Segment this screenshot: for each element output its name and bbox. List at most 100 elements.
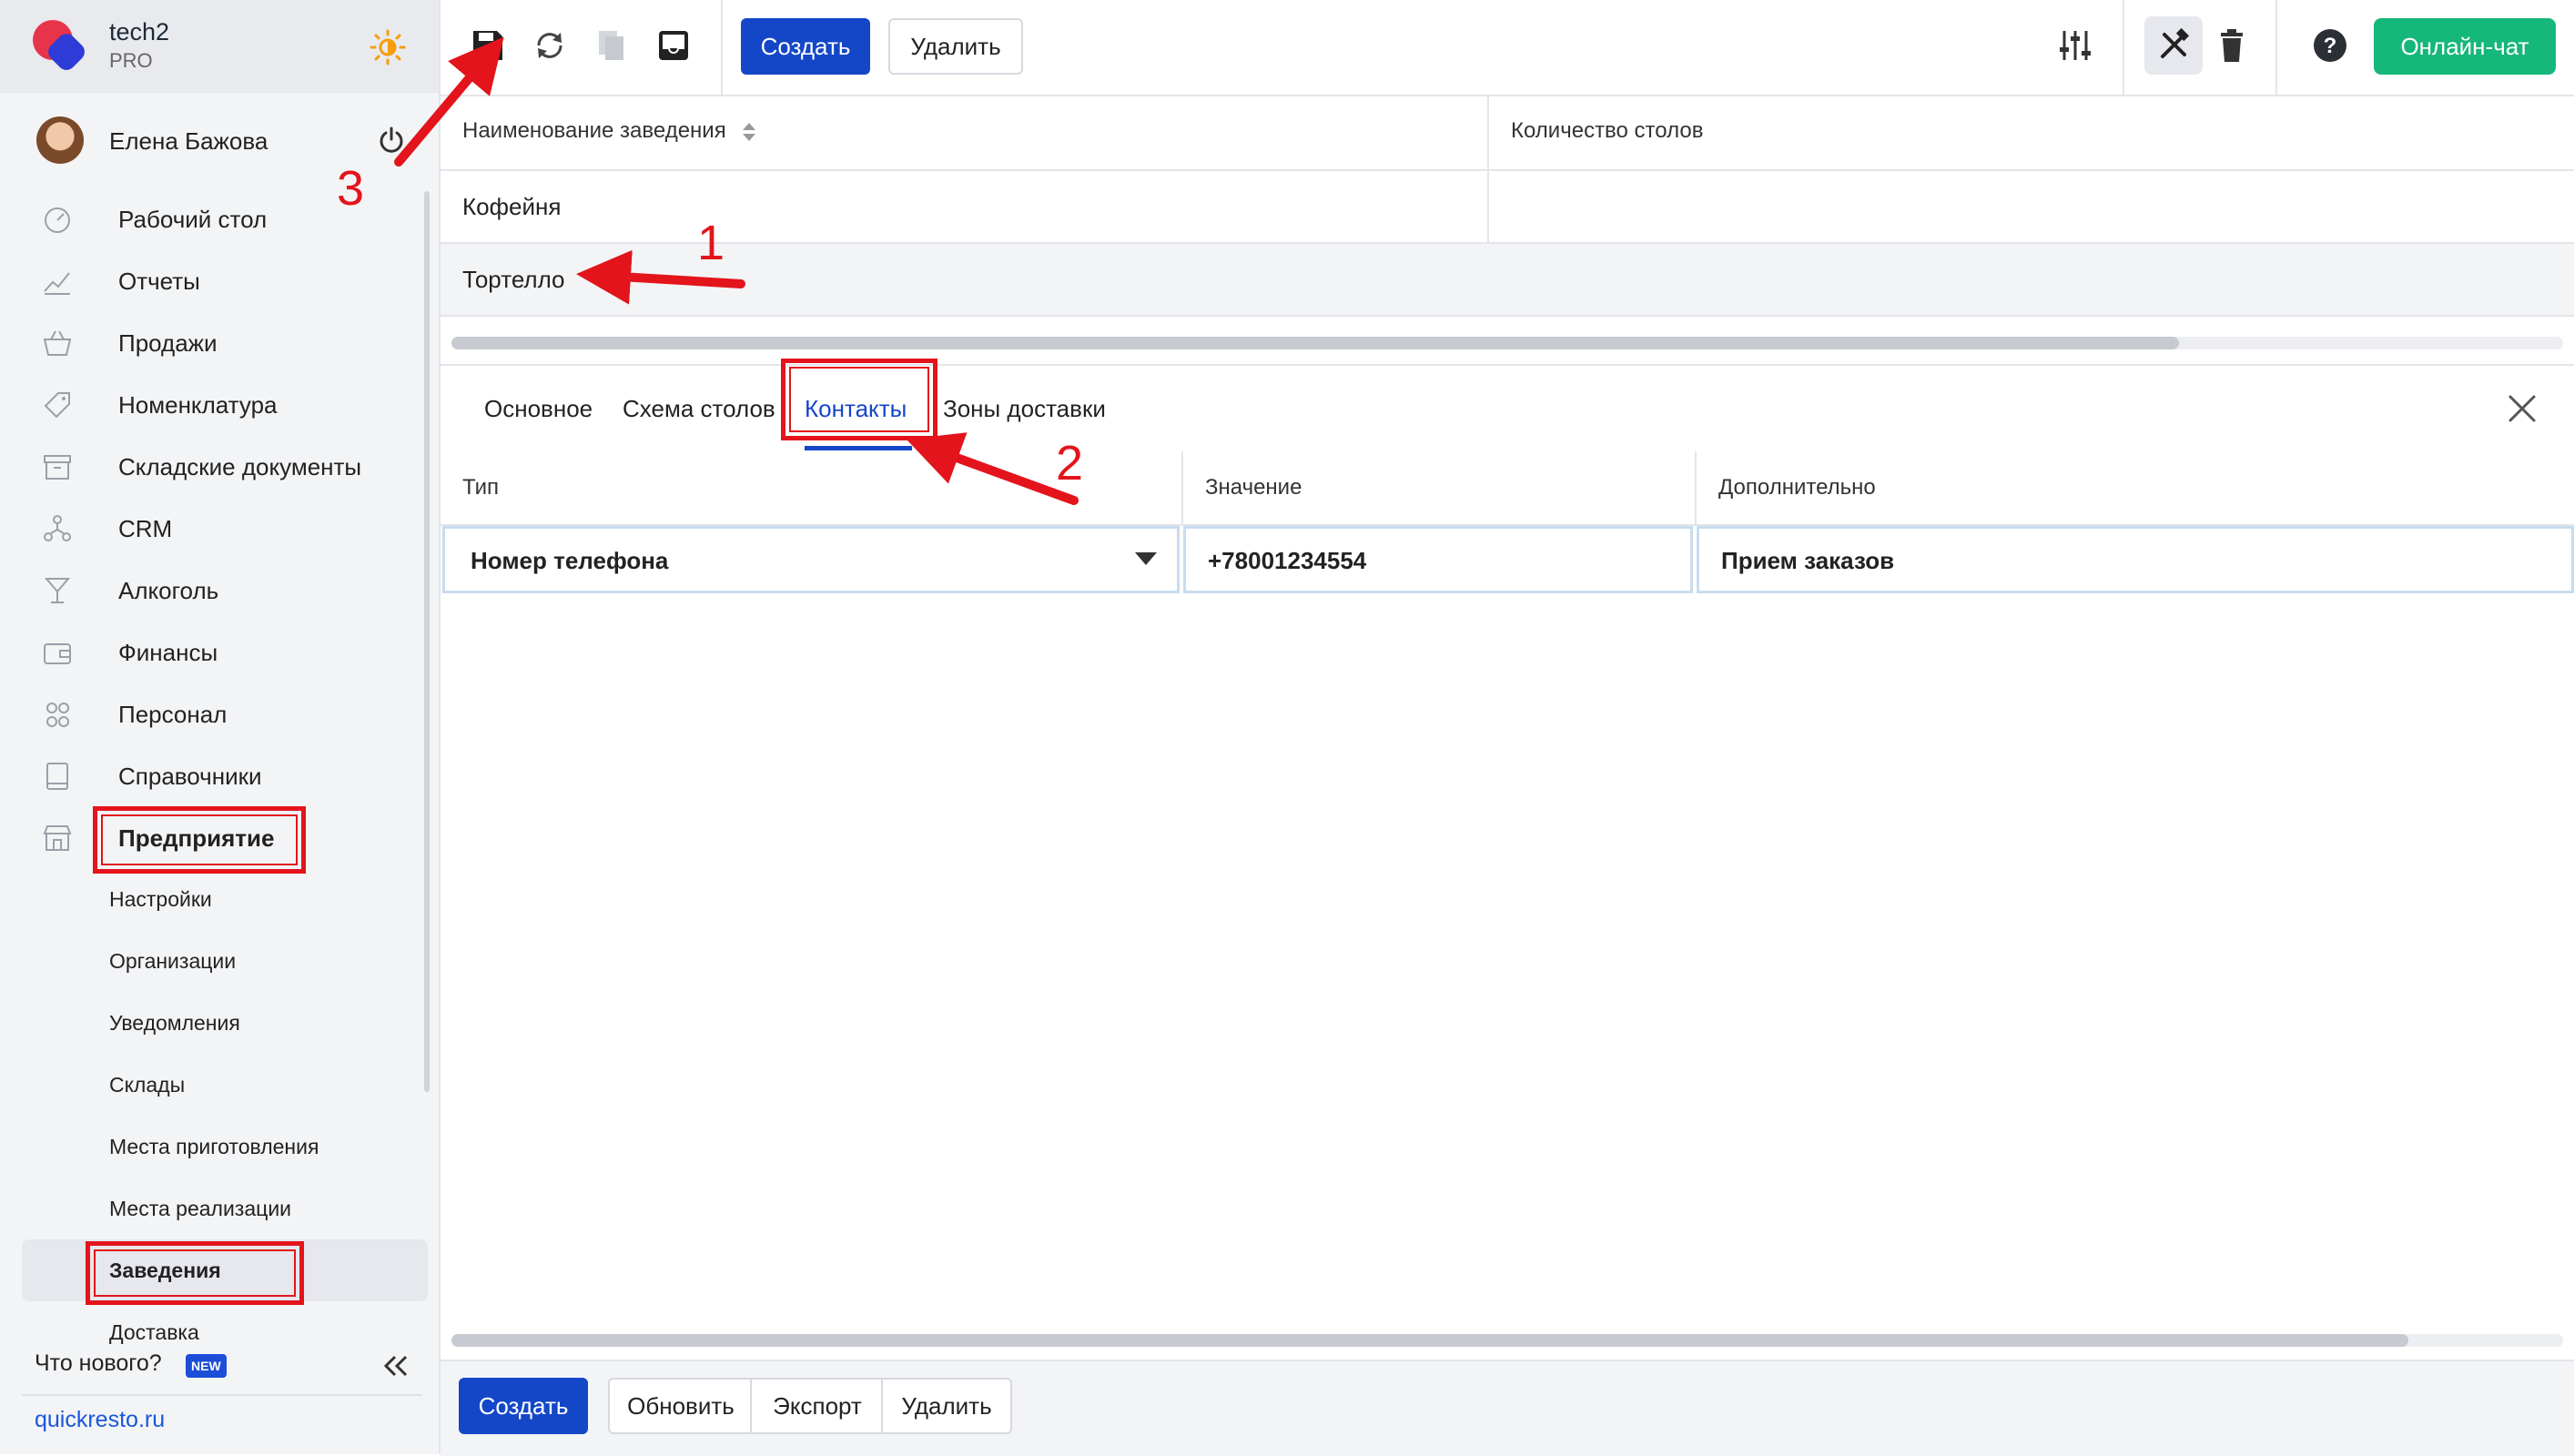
help-icon[interactable]: ? — [2310, 25, 2350, 66]
whats-new-link[interactable]: Что нового? — [35, 1350, 162, 1377]
trash-icon[interactable] — [2212, 25, 2252, 66]
contact-type-value: Номер телефона — [471, 547, 669, 574]
people-icon — [46, 703, 69, 727]
refresh-icon[interactable] — [530, 25, 570, 66]
tag-icon — [44, 392, 70, 419]
avatar — [36, 116, 84, 164]
tab-table-layout[interactable]: Схема столов — [623, 395, 775, 423]
column-header-name[interactable]: Наименование заведения — [462, 118, 757, 144]
nav-label: Рабочий стол — [118, 206, 268, 233]
column-header-value[interactable]: Значение — [1205, 475, 1302, 500]
contact-extra-field[interactable]: Прием заказов — [1697, 526, 2574, 593]
subnav-label: Доставка — [109, 1320, 199, 1344]
dashboard-icon — [45, 207, 70, 233]
subnav-label: Склады — [109, 1073, 186, 1097]
site-link[interactable]: quickresto.ru — [35, 1407, 165, 1433]
subnav-item-warehouses[interactable]: Склады — [0, 1054, 428, 1116]
logout-icon[interactable] — [377, 126, 406, 155]
book-icon — [46, 763, 68, 790]
active-tab-indicator — [805, 446, 912, 450]
archive-icon — [44, 455, 71, 480]
nav-item-warehouse-docs[interactable]: Складские документы — [0, 435, 428, 497]
reports-icon — [44, 272, 70, 295]
subnav-label: Уведомления — [109, 1011, 240, 1035]
column-header-tables[interactable]: Количество столов — [1511, 118, 1703, 144]
divider — [22, 1394, 422, 1396]
nav-label: Номенклатура — [118, 391, 278, 419]
footer-export-button[interactable]: Экспорт — [750, 1378, 885, 1434]
tab-delivery-zones[interactable]: Зоны доставки — [943, 395, 1106, 423]
tab-main[interactable]: Основное — [484, 395, 593, 423]
toolbar-separator — [2275, 0, 2277, 95]
contact-extra-value: Прием заказов — [1721, 547, 1895, 574]
contact-type-select[interactable]: Номер телефона — [442, 526, 1180, 593]
basket-icon — [43, 330, 72, 356]
nav-item-reports[interactable]: Отчеты — [0, 249, 428, 311]
glass-icon — [44, 578, 71, 603]
venue-name-cell: Кофейня — [462, 193, 562, 220]
chevron-down-icon — [1135, 552, 1157, 565]
column-header-type[interactable]: Тип — [462, 475, 499, 500]
online-chat-button[interactable]: Онлайн-чат — [2374, 18, 2556, 75]
create-button[interactable]: Создать — [741, 18, 870, 75]
nav-label: Персонал — [118, 701, 228, 728]
store-icon — [43, 825, 72, 851]
sort-icon[interactable] — [741, 120, 757, 144]
footer-refresh-button[interactable]: Обновить — [608, 1378, 754, 1434]
subnav-item-sale-places[interactable]: Места реализации — [0, 1178, 428, 1239]
scrollbar-thumb[interactable] — [451, 337, 2179, 349]
main-nav: Рабочий стол Отчеты Продажи Номенклатура… — [0, 187, 428, 1363]
column-header-extra[interactable]: Дополнительно — [1718, 475, 1876, 500]
contact-value: +78001234554 — [1208, 547, 1367, 574]
theme-toggle-icon[interactable] — [370, 29, 406, 66]
contact-value-field[interactable]: +78001234554 — [1183, 526, 1693, 593]
table-row-selected[interactable]: Тортелло — [441, 244, 2574, 317]
nav-label: Складские документы — [118, 453, 362, 480]
nav-label: CRM — [118, 515, 173, 542]
nav-item-directories[interactable]: Справочники — [0, 744, 428, 806]
account-plan: PRO — [109, 49, 153, 72]
nav-label: Справочники — [118, 763, 262, 790]
delete-button[interactable]: Удалить — [888, 18, 1023, 75]
tools-icon[interactable] — [2153, 25, 2194, 66]
annotation-number-3: 3 — [337, 161, 365, 216]
svg-text:?: ? — [2324, 34, 2337, 58]
subnav-item-cooking-places[interactable]: Места приготовления — [0, 1116, 428, 1178]
subnav-item-notifications[interactable]: Уведомления — [0, 992, 428, 1054]
nav-item-finance[interactable]: Финансы — [0, 621, 428, 682]
annotation-highlight-venues — [86, 1241, 304, 1305]
nav-item-alcohol[interactable]: Алкоголь — [0, 559, 428, 621]
close-icon[interactable] — [2505, 391, 2539, 426]
copy-icon[interactable] — [592, 25, 632, 66]
column-header-label: Наименование заведения — [462, 118, 726, 143]
contacts-horizontal-scrollbar[interactable] — [451, 1334, 2563, 1347]
toolbar-separator — [2123, 0, 2124, 95]
footer-create-button[interactable]: Создать — [459, 1378, 588, 1434]
save-icon[interactable] — [468, 25, 508, 66]
toolbar-separator — [721, 0, 723, 95]
annotation-highlight-enterprise — [93, 806, 306, 874]
app-logo — [33, 20, 89, 75]
wallet-icon — [44, 643, 71, 664]
crm-icon — [44, 515, 71, 541]
table-row[interactable]: Кофейня — [441, 171, 2574, 244]
annotation-number-1: 1 — [697, 216, 725, 270]
footer-delete-button[interactable]: Удалить — [881, 1378, 1012, 1434]
column-settings-icon[interactable] — [2055, 25, 2095, 66]
column-divider — [1181, 451, 1183, 524]
collapse-sidebar-icon[interactable] — [380, 1352, 411, 1380]
nav-item-staff[interactable]: Персонал — [0, 682, 428, 744]
nav-item-nomenclature[interactable]: Номенклатура — [0, 373, 428, 435]
footer-bar: Создать Обновить Экспорт Удалить — [441, 1360, 2574, 1456]
user-profile[interactable]: Елена Бажова — [0, 107, 439, 175]
subnav-item-organizations[interactable]: Организации — [0, 930, 428, 992]
subnav-label: Организации — [109, 949, 237, 973]
scrollbar-thumb[interactable] — [451, 1334, 2408, 1347]
grid-horizontal-scrollbar[interactable] — [451, 337, 2563, 349]
nav-item-sales[interactable]: Продажи — [0, 311, 428, 373]
inbox-icon[interactable] — [654, 25, 694, 66]
subnav-item-settings[interactable]: Настройки — [0, 868, 428, 930]
user-name: Елена Бажова — [109, 127, 269, 155]
nav-item-crm[interactable]: CRM — [0, 497, 428, 559]
sidebar-scrollbar[interactable] — [424, 191, 430, 1092]
